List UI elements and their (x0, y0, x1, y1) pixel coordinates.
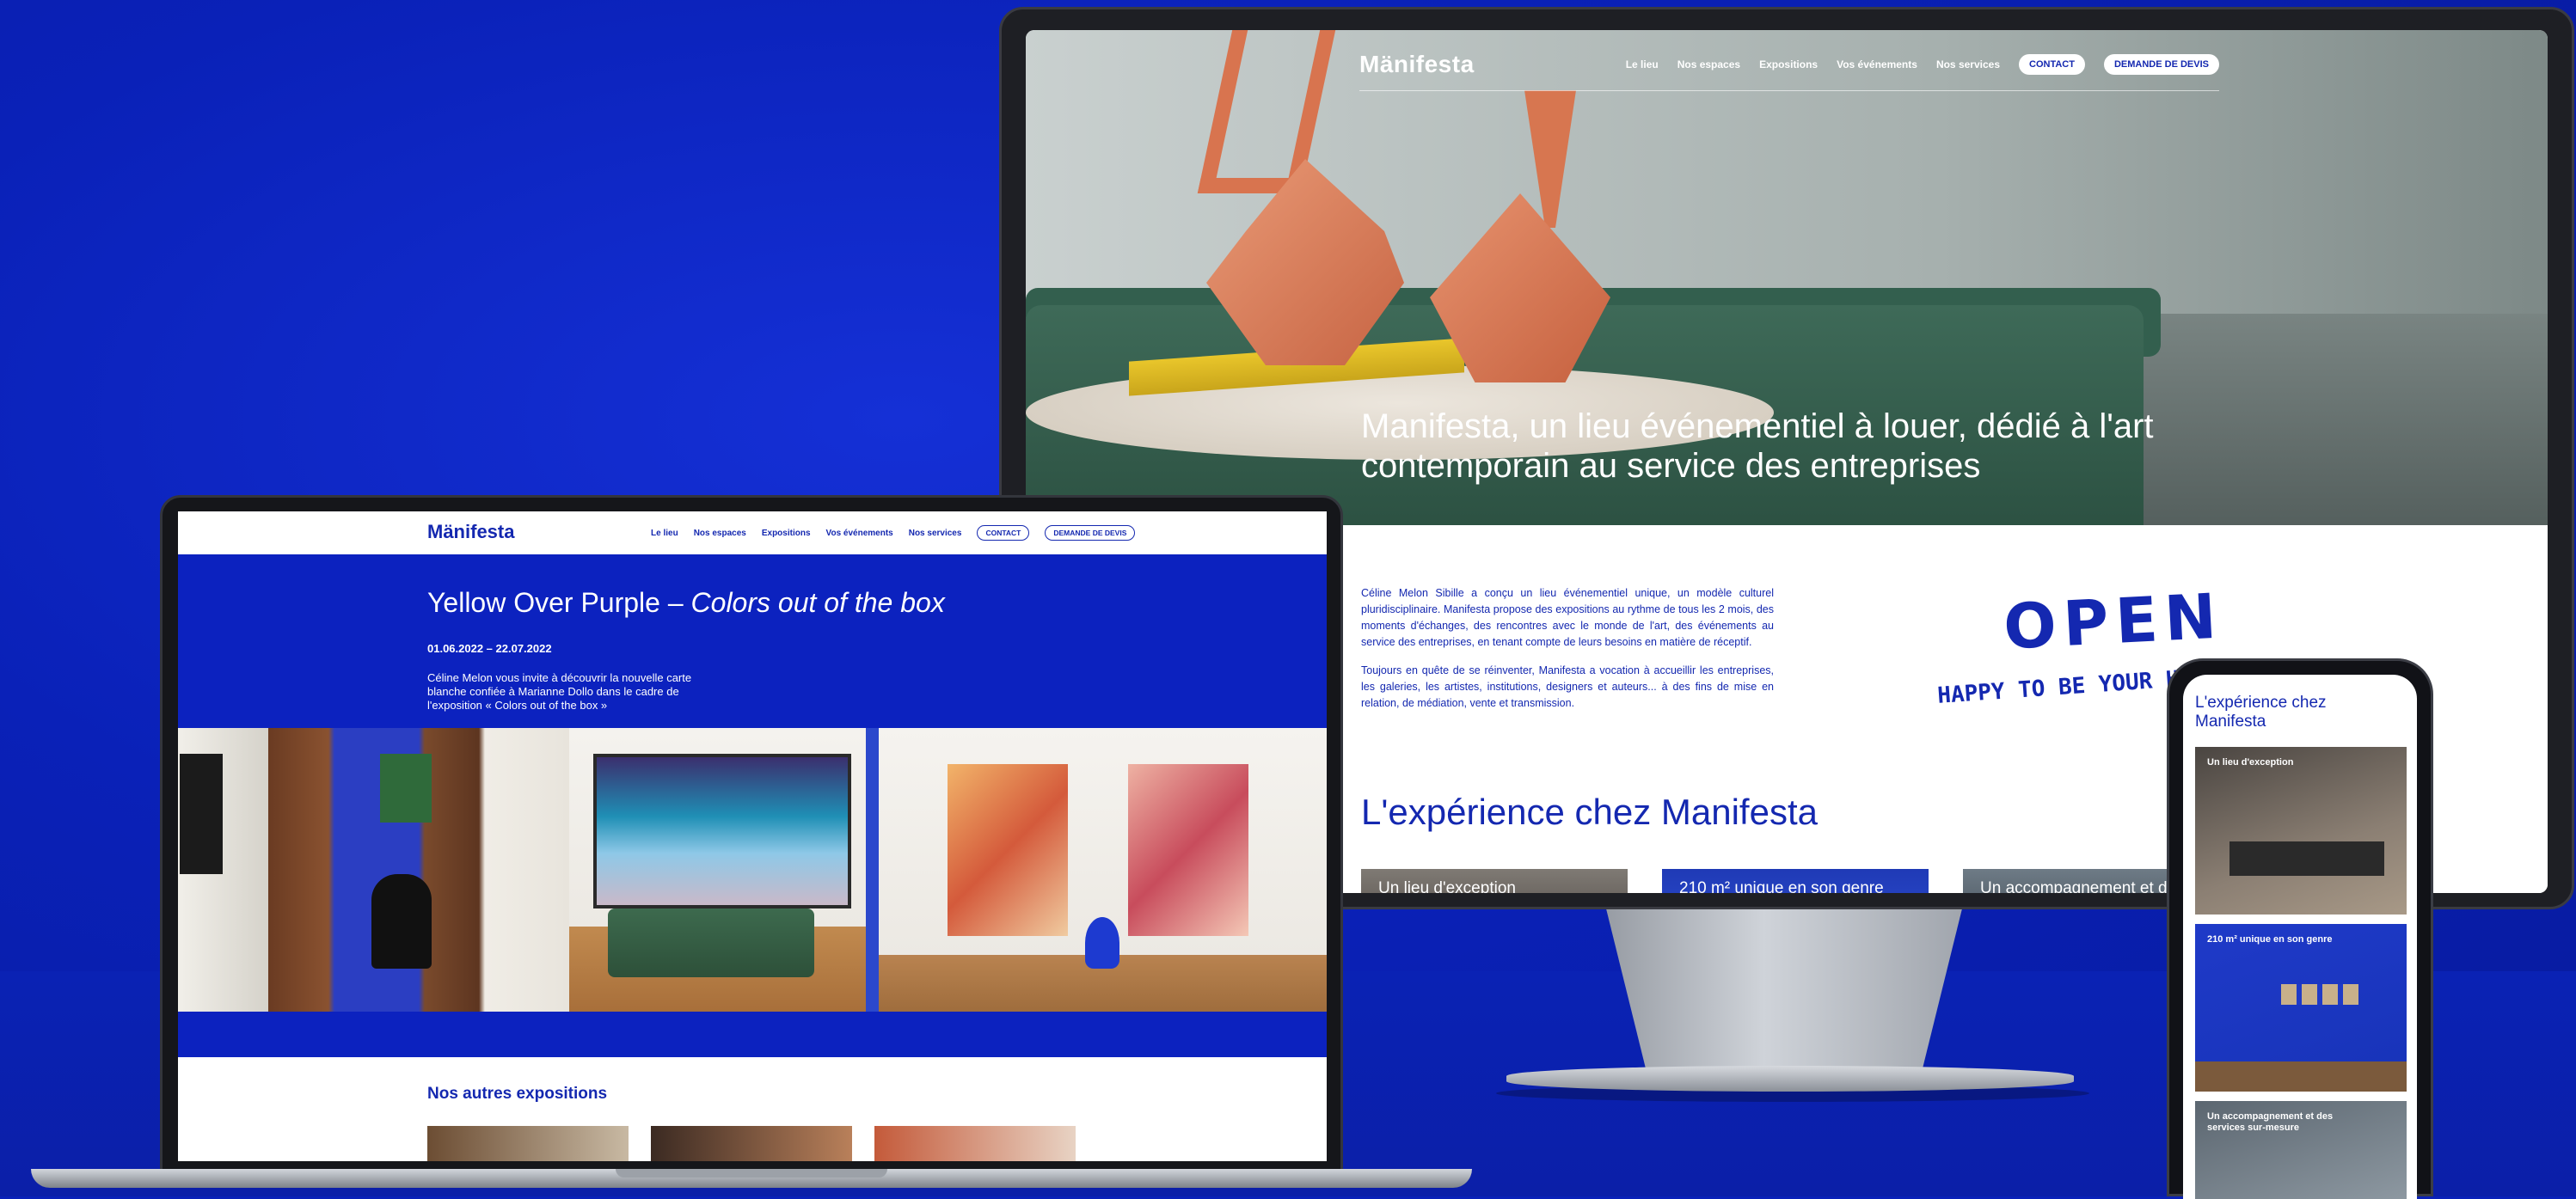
laptop-navbar: Mänifesta Le lieu Nos espaces Exposition… (178, 511, 1327, 554)
nav-link-le-lieu[interactable]: Le lieu (651, 529, 678, 538)
gallery-image-1 (178, 728, 268, 1012)
nav-link-expositions[interactable]: Expositions (1759, 58, 1818, 70)
phone-card-label: 210 m² unique en son genre (2207, 934, 2333, 945)
nav-link-nos-espaces[interactable]: Nos espaces (1677, 58, 1740, 70)
logo[interactable]: Mänifesta (427, 521, 514, 543)
other-exhibitions-heading: Nos autres expositions (427, 1085, 608, 1103)
exhibition-thumbnail-3[interactable] (874, 1126, 1076, 1161)
nav-link-nos-services[interactable]: Nos services (909, 529, 962, 538)
gallery-image-3 (569, 728, 879, 1012)
laptop: Mänifesta Le lieu Nos espaces Exposition… (160, 495, 1343, 1178)
exhibition-gallery (178, 728, 1327, 1012)
nav-link-vos-evenements[interactable]: Vos événements (1837, 58, 1917, 70)
exhibition-hero: Yellow Over Purple – Colors out of the b… (178, 554, 1327, 1057)
contact-button[interactable]: CONTACT (977, 525, 1030, 541)
phone-screen: L'expérience chez Manifesta Un lieu d'ex… (2183, 675, 2417, 1199)
logo[interactable]: Mänifesta (1359, 51, 1475, 78)
monitor-stand (1606, 909, 1962, 1073)
intro-paragraph-1: Céline Melon Sibille a conçu un lieu évé… (1361, 587, 1774, 648)
other-exhibitions-section: Nos autres expositions (178, 1057, 1327, 1161)
exhibition-description: Céline Melon vous invite à découvrir la … (427, 671, 692, 712)
laptop-notch (616, 1169, 887, 1178)
exhibition-dates: 01.06.2022 – 22.07.2022 (427, 642, 552, 655)
wall-frames (2281, 984, 2358, 1005)
exhibition-thumbnail-2[interactable] (651, 1126, 852, 1161)
green-bench (608, 908, 814, 977)
nav-links: Le lieu Nos espaces Expositions Vos évén… (651, 525, 1136, 541)
gallery-image-4 (879, 728, 1327, 1012)
intro-text: Céline Melon Sibille a conçu un lieu évé… (1361, 585, 1774, 724)
phone-card-lieu[interactable]: Un lieu d'exception (2195, 747, 2407, 915)
room-floor (2195, 1061, 2407, 1092)
painting-pink (1128, 764, 1248, 936)
intro-paragraph-2: Toujours en quête de se réinventer, Mani… (1361, 664, 1774, 709)
blue-vase (1085, 917, 1119, 969)
phone-card-services[interactable]: Un accompagnement et des services sur-me… (2195, 1101, 2407, 1199)
laptop-screen: Mänifesta Le lieu Nos espaces Exposition… (178, 511, 1327, 1161)
exhibition-title-plain: Yellow Over Purple – (427, 587, 691, 618)
hero-image: Mänifesta Le lieu Nos espaces Exposition… (1026, 30, 2548, 525)
open-word: OPEN (2002, 579, 2225, 664)
hero-headline: Manifesta, un lieu événementiel à louer,… (1361, 407, 2154, 485)
exhibition-title-italic: Colors out of the box (690, 587, 945, 618)
experience-heading: L'expérience chez Manifesta (1361, 792, 1818, 832)
phone-card-surface[interactable]: 210 m² unique en son genre (2195, 924, 2407, 1092)
desktop-navbar: Mänifesta Le lieu Nos espaces Exposition… (1359, 49, 2219, 91)
experience-card-lieu[interactable]: Un lieu d'exception (1361, 869, 1628, 893)
monitor-stand-base (1506, 1066, 2074, 1092)
exhibition-title: Yellow Over Purple – Colors out of the b… (427, 587, 945, 619)
meeting-table (2229, 841, 2384, 876)
gallery-image-2 (268, 728, 569, 1012)
nav-link-expositions[interactable]: Expositions (762, 529, 811, 538)
nav-link-nos-espaces[interactable]: Nos espaces (694, 529, 746, 538)
exhibition-thumbnail-1[interactable] (427, 1126, 629, 1161)
phone-card-label: Un lieu d'exception (2207, 757, 2294, 768)
mobile-phone: L'expérience chez Manifesta Un lieu d'ex… (2167, 658, 2433, 1199)
blue-door (866, 728, 879, 1012)
phone-experience-heading: L'expérience chez Manifesta (2195, 694, 2327, 731)
nav-links: Le lieu Nos espaces Expositions Vos évén… (1626, 54, 2219, 75)
artwork-green (380, 754, 432, 823)
painting-orange (948, 764, 1068, 936)
nav-link-vos-evenements[interactable]: Vos événements (826, 529, 893, 538)
sculpture-black (371, 874, 432, 969)
quote-button[interactable]: DEMANDE DE DEVIS (2103, 54, 2219, 75)
nav-link-le-lieu[interactable]: Le lieu (1626, 58, 1659, 70)
nav-link-nos-services[interactable]: Nos services (1936, 58, 2000, 70)
contact-button[interactable]: CONTACT (2019, 54, 2085, 75)
experience-card-surface[interactable]: 210 m² unique en son genre (1662, 869, 1929, 893)
quote-button[interactable]: DEMANDE DE DEVIS (1045, 525, 1136, 541)
artwork-dark (180, 754, 223, 874)
artwork-tapestry (593, 754, 851, 908)
phone-card-label: Un accompagnement et des services sur-me… (2207, 1111, 2334, 1133)
